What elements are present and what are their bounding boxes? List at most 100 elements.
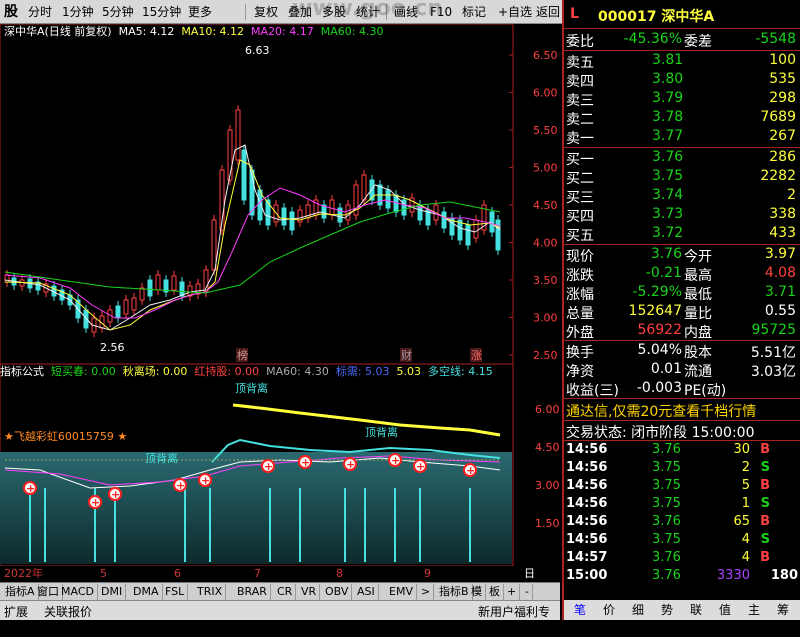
indicator-tab-18[interactable]: - — [522, 584, 533, 600]
book-price[interactable]: 3.72 — [652, 225, 683, 241]
stat-l1: 换手 — [566, 345, 594, 361]
market-flag: L — [570, 6, 579, 22]
book-price[interactable]: 3.76 — [652, 149, 683, 165]
detail-tabs: 笔价细势联值主筹 — [564, 600, 800, 620]
book-price[interactable]: 3.79 — [652, 90, 683, 106]
stat-l1: 总量 — [566, 306, 594, 322]
indicator-tab-6[interactable]: TRIX — [194, 584, 227, 600]
candle-body — [385, 189, 391, 209]
price-tick-label: 4.50 — [533, 199, 558, 212]
stat-l1: 外盘 — [566, 325, 594, 341]
candle-body — [115, 305, 121, 319]
book-price[interactable]: 3.81 — [652, 52, 683, 68]
indicator-tab-2[interactable]: MACD — [58, 584, 98, 600]
price-tick-label: 5.00 — [533, 162, 558, 175]
detail-tab-1[interactable]: 价 — [603, 601, 615, 618]
indicator-tab-11[interactable]: ASI — [354, 584, 379, 600]
book-price[interactable]: 3.75 — [652, 168, 683, 184]
tool-1min[interactable]: 1分钟 — [60, 3, 96, 21]
tool-adjust[interactable]: 复权 — [252, 3, 280, 21]
buy-signal-plus: + — [176, 479, 185, 492]
indicator-tab-10[interactable]: OBV — [322, 584, 353, 600]
status-expand[interactable]: 扩展 — [4, 603, 28, 620]
ind-ma60: MA60: 4.30 — [266, 365, 329, 378]
time-label-year: 2022年 — [4, 567, 43, 580]
candle-body — [241, 149, 247, 201]
quote-panel: L 000017 深中华A 委比 -45.36% 委差 -5548 卖五 3.81… — [562, 0, 800, 620]
tool-5min[interactable]: 5分钟 — [100, 3, 136, 21]
stock-code-name[interactable]: 000017 深中华A — [598, 6, 714, 26]
tick-t: 14:56 — [566, 532, 608, 547]
price-tick-label: 2.50 — [533, 349, 558, 362]
stat-l1: 收益(三) — [566, 383, 619, 399]
detail-tab-3[interactable]: 势 — [661, 601, 673, 618]
divergence-label-3: 顶背离 — [365, 426, 398, 439]
status-promo[interactable]: 新用户福利专享 — [478, 603, 560, 637]
time-label-5: 5 — [100, 567, 107, 580]
book-volume: 2282 — [760, 168, 796, 184]
tick-v: 1 — [741, 496, 750, 511]
candle-body — [139, 287, 145, 301]
detail-tab-7[interactable]: 筹 — [777, 601, 789, 618]
tick-t: 14:56 — [566, 478, 608, 493]
stat-v2: 3.97 — [764, 246, 796, 262]
book-price[interactable]: 3.73 — [652, 206, 683, 222]
tool-intraday[interactable]: 分时 — [26, 3, 54, 21]
tool-more[interactable]: 更多 — [186, 3, 214, 21]
stat-l1: 涨跌 — [566, 268, 594, 284]
indicator-tab-15[interactable]: 模 — [468, 584, 486, 600]
candle-body — [123, 299, 129, 315]
tick-v: 65 — [733, 514, 750, 529]
book-volume: 267 — [769, 128, 796, 144]
candle-body — [155, 274, 161, 291]
kline-chart[interactable]: 6.50 6.00 5.50 5.00 4.50 4.00 3.50 3.00 2.50 榜 财 涨… — [0, 24, 560, 566]
ma20-label: MA20: 4.17 — [251, 25, 314, 38]
stat-l2: 最低 — [684, 287, 712, 303]
tick-s: S — [760, 532, 770, 547]
book-price[interactable]: 3.77 — [652, 128, 683, 144]
book-price[interactable]: 3.78 — [652, 109, 683, 125]
tool-mark[interactable]: 标记 — [460, 3, 488, 21]
ind-value: 5.03 — [396, 365, 422, 378]
indicator-tab-5[interactable]: FSL — [162, 584, 189, 600]
buy-signal-plus: + — [201, 474, 210, 487]
book-price[interactable]: 3.74 — [652, 187, 683, 203]
book-volume: 2 — [787, 187, 796, 203]
chart-title[interactable]: 深中华A(日线 前复权) — [4, 25, 112, 38]
detail-tab-2[interactable]: 细 — [632, 601, 644, 618]
book-label: 卖四 — [566, 74, 594, 90]
detail-tab-5[interactable]: 值 — [719, 601, 731, 618]
tool-15min[interactable]: 15分钟 — [140, 3, 183, 21]
indicator-tab-3[interactable]: DMI — [98, 584, 127, 600]
tick-s: B — [760, 478, 770, 493]
tick-v: 2 — [741, 460, 750, 475]
candle-body — [147, 279, 153, 297]
detail-tab-4[interactable]: 联 — [690, 601, 702, 618]
tool-back[interactable]: 返回 — [534, 3, 562, 21]
indicator-tab-8[interactable]: CR — [274, 584, 297, 600]
indicator-tab-7[interactable]: BRAR — [234, 584, 271, 600]
indicator-tab-9[interactable]: VR — [298, 584, 321, 600]
candle-body — [131, 297, 137, 311]
weicha-label: 委差 — [684, 34, 712, 50]
indicator-tab-16[interactable]: 板 — [486, 584, 504, 600]
time-axis: 2022年 5 6 7 8 9 日线 — [0, 566, 535, 596]
detail-tab-0[interactable]: 笔 — [574, 601, 586, 618]
tool-add-watch[interactable]: +自选 — [496, 3, 534, 21]
indicator-tab-17[interactable]: + — [504, 584, 521, 600]
book-price[interactable]: 3.80 — [652, 71, 683, 87]
indicator-tab-13[interactable]: > — [418, 584, 435, 600]
promo-banner[interactable]: 通达信,仅需20元查看千档行情 — [566, 401, 756, 421]
candle-body — [465, 224, 471, 246]
indicator-tick-label: 6.00 — [535, 403, 560, 416]
status-related[interactable]: 关联报价 — [44, 603, 92, 620]
time-label-8: 8 — [336, 567, 343, 580]
stat-l2: PE(动) — [684, 383, 727, 399]
indicator-name[interactable]: 指标公式 — [0, 365, 44, 378]
candle-body — [281, 207, 287, 226]
indicator-tab-12[interactable]: EMV — [386, 584, 417, 600]
indicator-tab-4[interactable]: DMA — [130, 584, 163, 600]
candle-body — [473, 219, 479, 239]
detail-tab-6[interactable]: 主 — [748, 601, 760, 618]
app-logo: 股 — [4, 4, 18, 20]
